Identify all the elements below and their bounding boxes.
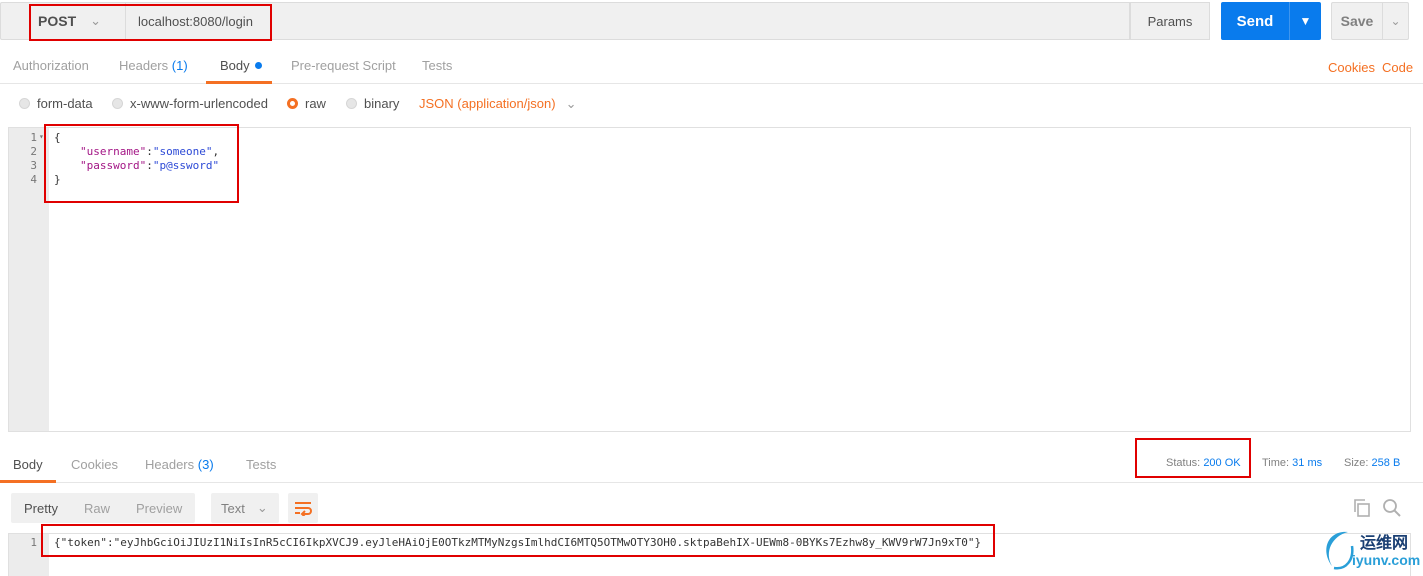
save-dropdown-chevron-icon[interactable]: ⌄ <box>1383 14 1408 28</box>
response-tabs: Body Cookies Headers (3) Tests Status: 2… <box>0 448 1423 483</box>
response-view-toggle: Pretty Raw Preview <box>11 493 196 523</box>
response-body-viewer[interactable]: 1 {"token":"eyJhbGciOiJIUzI1NiIsInR5cCI6… <box>8 533 1411 576</box>
wrap-lines-icon <box>295 502 312 516</box>
line-number: 1 <box>30 131 37 144</box>
json-key-password: "password" <box>80 159 147 172</box>
time-readout: Time: 31 ms <box>1262 457 1322 469</box>
body-mode-selector: form-data x-www-form-urlencoded raw bina… <box>0 90 1423 118</box>
radio-form-data-label: form-data <box>37 96 93 111</box>
status-readout: Status: 200 OK <box>1166 457 1241 469</box>
line-number: 3 <box>30 159 37 172</box>
wrap-lines-button[interactable] <box>288 493 318 523</box>
json-value-username: "someone" <box>152 145 213 158</box>
tab-body[interactable]: Body <box>220 58 262 73</box>
radio-icon <box>112 98 123 109</box>
status-label: Status: <box>1166 457 1201 469</box>
radio-binary[interactable]: binary <box>346 96 399 111</box>
response-tab-headers[interactable]: Headers (3) <box>145 457 214 472</box>
response-tab-body[interactable]: Body <box>13 457 43 472</box>
active-response-tab-underline <box>0 480 56 483</box>
format-select[interactable]: Text ⌄ <box>211 493 279 523</box>
size-value: 258 B <box>1371 457 1401 469</box>
request-tabs: Authorization Headers (1) Body Pre-reque… <box>0 50 1423 84</box>
radio-raw-label: raw <box>305 96 326 111</box>
code-line: "username":"someone", <box>80 145 220 158</box>
radio-icon <box>346 98 357 109</box>
response-tab-cookies[interactable]: Cookies <box>71 457 118 472</box>
send-dropdown-chevron-icon[interactable]: ▼ <box>1290 14 1321 28</box>
params-label: Params <box>1147 13 1193 29</box>
radio-urlencoded-label: x-www-form-urlencoded <box>130 96 268 111</box>
fold-arrow-icon[interactable]: ▾ <box>39 130 47 144</box>
chevron-down-icon: ⌄ <box>90 13 102 28</box>
watermark-cn: 运维网 <box>1360 533 1409 552</box>
radio-urlencoded[interactable]: x-www-form-urlencoded <box>112 96 268 111</box>
tab-headers-count: (1) <box>171 58 188 73</box>
tab-authorization[interactable]: Authorization <box>13 58 89 73</box>
tab-headers[interactable]: Headers (1) <box>119 58 188 73</box>
line-number: 2 <box>30 145 37 158</box>
line-number: 1 <box>30 536 37 549</box>
search-icon[interactable] <box>1382 498 1402 518</box>
request-bar: POST ⌄ localhost:8080/login Params Send … <box>0 0 1423 42</box>
active-tab-underline <box>206 81 272 84</box>
watermark-en: iyunv.com <box>1352 552 1421 568</box>
time-value: 31 ms <box>1292 457 1323 469</box>
view-pretty[interactable]: Pretty <box>11 501 71 516</box>
code-line: "password":"p@ssword" <box>80 159 220 172</box>
content-type-select[interactable]: JSON (application/json) ⌄ <box>419 96 576 112</box>
time-label: Time: <box>1262 457 1290 469</box>
send-button[interactable]: Send ▼ <box>1221 2 1321 40</box>
format-label: Text <box>221 500 245 516</box>
tab-pre-request-script[interactable]: Pre-request Script <box>291 58 396 73</box>
copy-icon[interactable] <box>1352 498 1372 518</box>
radio-icon <box>19 98 30 109</box>
method-select[interactable]: POST ⌄ <box>0 2 125 40</box>
response-tab-tests[interactable]: Tests <box>246 457 276 472</box>
save-label: Save <box>1340 13 1374 29</box>
open-brace: { <box>54 131 61 144</box>
chevron-down-icon: ⌄ <box>256 500 268 515</box>
radio-binary-label: binary <box>364 96 400 111</box>
body-indicator-dot <box>254 62 262 69</box>
code-link[interactable]: Code <box>1382 60 1413 75</box>
response-tab-headers-count: (3) <box>197 457 214 472</box>
send-label: Send <box>1236 12 1274 30</box>
close-brace: } <box>54 173 61 186</box>
code-line: } <box>54 173 61 187</box>
request-body-editor[interactable]: 1 2 3 4 ▾ { "username":"someone", "passw… <box>8 127 1411 432</box>
code-line: { <box>54 131 61 145</box>
chevron-down-icon: ⌄ <box>565 96 577 111</box>
tab-tests[interactable]: Tests <box>422 58 452 73</box>
size-readout: Size: 258 B <box>1344 457 1400 469</box>
watermark-logo: 运维网 iyunv.com <box>1318 524 1423 576</box>
save-button[interactable]: Save ⌄ <box>1331 2 1409 40</box>
view-raw[interactable]: Raw <box>71 501 123 516</box>
radio-form-data[interactable]: form-data <box>19 96 93 111</box>
line-gutter: 1 <box>9 534 49 576</box>
json-key-username: "username" <box>80 145 147 158</box>
content-type-label: JSON (application/json) <box>419 96 556 111</box>
status-value: 200 OK <box>1203 457 1241 469</box>
tab-body-label: Body <box>220 58 250 73</box>
method-label: POST <box>38 13 77 29</box>
radio-raw[interactable]: raw <box>287 96 326 111</box>
response-content: {"token":"eyJhbGciOiJIUzI1NiIsInR5cCI6Ik… <box>54 536 982 549</box>
line-gutter: 1 2 3 4 ▾ <box>9 128 49 431</box>
cookies-link[interactable]: Cookies <box>1328 60 1375 75</box>
response-tab-headers-label: Headers <box>145 457 195 472</box>
view-preview[interactable]: Preview <box>123 501 195 516</box>
url-input[interactable]: localhost:8080/login <box>125 2 1130 40</box>
params-button[interactable]: Params <box>1130 2 1210 40</box>
tab-headers-label: Headers <box>119 58 169 73</box>
size-label: Size: <box>1344 457 1369 469</box>
radio-selected-icon <box>287 98 298 109</box>
json-value-password: "p@ssword" <box>152 159 220 172</box>
url-value: localhost:8080/login <box>138 13 253 29</box>
line-number: 4 <box>30 173 37 186</box>
response-toolbar: Pretty Raw Preview Text ⌄ <box>0 490 1423 526</box>
